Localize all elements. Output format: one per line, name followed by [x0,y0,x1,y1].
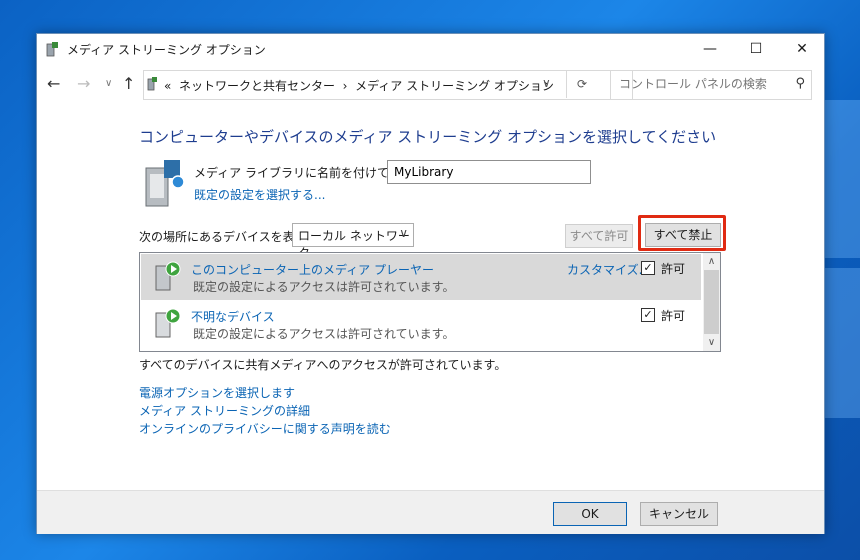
allow-checkbox[interactable]: ✓ [641,308,655,322]
back-arrow-icon[interactable]: ← [47,74,60,93]
media-streaming-window: メディア ストリーミング オプション — ☐ ✕ ← → ∨ ↑ « ネットワー… [36,33,825,534]
ok-button[interactable]: OK [553,502,627,526]
privacy-statement-link[interactable]: オンラインのプライバシーに関する声明を読む [139,420,391,438]
allow-checkbox[interactable]: ✓ [641,261,655,275]
media-player-icon [155,261,181,291]
breadcrumb-prefix[interactable]: « [164,79,171,93]
refresh-icon[interactable]: ⟳ [566,70,597,98]
desktop-window-pane [823,100,860,258]
title-bar: メディア ストリーミング オプション — ☐ ✕ [37,34,824,64]
device-description: 既定の設定によるアクセスは許可されています。 [193,327,455,341]
forward-arrow-icon[interactable]: → [77,74,90,93]
library-name-input[interactable] [387,160,591,184]
close-button[interactable]: ✕ [779,34,825,64]
allow-all-button[interactable]: すべて許可 [565,224,633,248]
maximize-button[interactable]: ☐ [733,34,779,64]
up-arrow-icon[interactable]: ↑ [122,74,135,93]
page-heading: コンピューターやデバイスのメディア ストリーミング オプションを選択してください [139,128,717,146]
media-streaming-icon [46,42,58,57]
device-list-scrollbar[interactable]: ∧ ∨ [703,253,720,351]
breadcrumb-media-streaming[interactable]: メディア ストリーミング オプション [355,79,554,93]
folder-media-icon [147,77,157,91]
show-devices-label: 次の場所にあるデバイスを表示: [139,230,311,244]
related-links: 電源オプションを選択します メディア ストリーミングの詳細 オンラインのプライバ… [139,384,391,438]
scroll-up-icon[interactable]: ∧ [703,253,720,270]
address-row: ← → ∨ ↑ « ネットワークと共有センター › メディア ストリーミング オ… [37,68,824,100]
search-box[interactable]: ⚲ [610,70,812,100]
device-name[interactable]: 不明なデバイス [191,308,275,325]
recent-pages-chevron-icon[interactable]: ∨ [105,78,112,89]
status-text: すべてのデバイスに共有メディアへのアクセスが許可されています。 [139,358,507,372]
breadcrumb: « ネットワークと共有センター › メディア ストリーミング オプション [164,77,554,94]
search-icon[interactable]: ⚲ [795,76,805,91]
breadcrumb-separator: › [342,79,348,93]
cancel-button[interactable]: キャンセル [640,502,718,526]
allow-label: 許可 [661,262,686,276]
block-all-highlight [638,215,726,251]
search-input[interactable] [617,76,781,92]
media-library-icon [145,160,185,207]
allow-label: 許可 [661,309,686,323]
device-list: このコンピューター上のメディア プレーヤー 既定の設定によるアクセスは許可されて… [139,252,721,352]
desktop-window-pane [823,268,860,418]
list-item[interactable]: 不明なデバイス 既定の設定によるアクセスは許可されています。 ✓ 許可 [141,301,701,347]
customize-link[interactable]: カスタマイズ... [567,261,650,278]
chevron-down-icon: ∨ [399,226,408,240]
window-title: メディア ストリーミング オプション [67,43,266,57]
scroll-thumb[interactable] [704,270,719,334]
streaming-details-link[interactable]: メディア ストリーミングの詳細 [139,402,391,420]
location-select[interactable]: ローカル ネットワーク ∨ [292,223,414,260]
power-options-link[interactable]: 電源オプションを選択します [139,384,391,402]
address-dropdown-icon[interactable]: ∨ [542,76,551,90]
address-bar[interactable]: « ネットワークと共有センター › メディア ストリーミング オプション ∨ [143,70,633,100]
dialog-footer: OK キャンセル [37,490,824,534]
list-item[interactable]: このコンピューター上のメディア プレーヤー 既定の設定によるアクセスは許可されて… [141,254,701,300]
device-description: 既定の設定によるアクセスは許可されています。 [193,280,455,294]
breadcrumb-network-center[interactable]: ネットワークと共有センター [179,79,335,93]
minimize-button[interactable]: — [687,34,733,64]
scroll-down-icon[interactable]: ∨ [703,334,720,351]
device-name[interactable]: このコンピューター上のメディア プレーヤー [191,261,434,278]
unknown-device-icon [155,308,181,338]
default-settings-link[interactable]: 既定の設定を選択する... [194,186,325,203]
